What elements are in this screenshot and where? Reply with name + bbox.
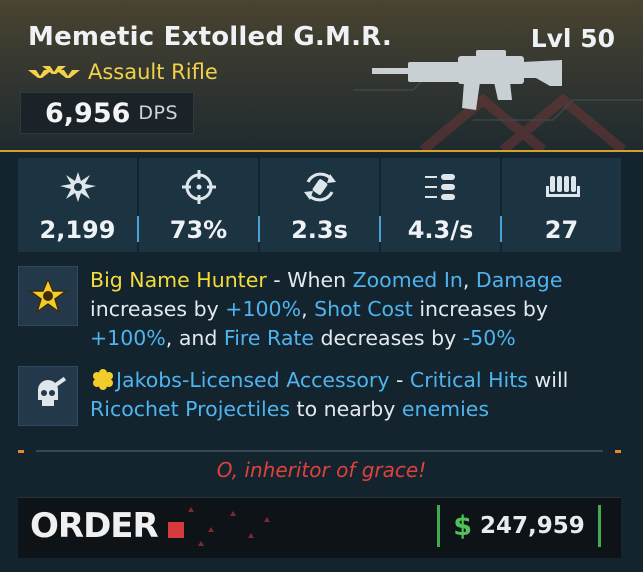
perk-keyword: Damage [475,268,563,292]
dps-value: 6,956 [45,97,131,129]
magazine-ammo-icon [545,176,580,197]
stat-separator [379,216,381,242]
perk-big-name-hunter: Big Name Hunter - When Zoomed In, Damage… [18,266,621,356]
perk-text-segment: will [527,368,569,392]
perk-text-segment: - [389,368,410,392]
stat-accuracy: 73% [137,158,258,252]
flavor-text: O, inheritor of grace! [216,458,427,482]
perk-keyword: Ricochet Projectiles [90,397,291,421]
stats-row: 2,199 73% 2.3s 4.3/s 27 [18,158,621,252]
stat-fire-rate-value: 4.3/s [407,216,474,244]
stat-separator [137,216,139,242]
stat-reload-value: 2.3s [291,216,348,244]
manufacturer-pattern [188,507,270,546]
item-card: Memetic Extolled G.M.R. Lvl 50 Assault R… [0,0,643,572]
perk-icon-box [18,366,78,426]
perk-keyword: enemies [401,397,490,421]
stat-reload: 2.3s [258,158,379,252]
stat-damage: 2,199 [18,158,137,252]
perk-keyword: +100% [225,297,302,321]
perk-keyword: -50% [462,326,516,350]
perk-keyword: Fire Rate [223,326,315,350]
perk-text-segment: , [301,297,315,321]
perk-description: Jakobs-Licensed Accessory - Critical Hit… [90,366,610,424]
legendary-rarity-icon [28,66,80,78]
item-type: Assault Rifle [88,60,218,84]
jakobs-licensed-icon [93,369,113,390]
manufacturer-logo-mark [168,522,184,538]
perk-text-segment: to nearby [290,397,402,421]
fire-rate-icon [424,174,455,200]
stat-accuracy-value: 73% [169,216,228,244]
perk-keyword: Shot Cost [314,297,413,321]
perk-keyword: Big Name Hunter [90,268,267,292]
perk-keyword: Jakobs-Licensed Accessory [116,368,390,392]
item-footer: ORDER $ 247,959 [18,497,621,558]
stat-damage-value: 2,199 [39,216,116,244]
accuracy-crosshair-icon [181,170,216,204]
item-name: Memetic Extolled G.M.R. [28,22,392,52]
item-rarity-type: Assault Rifle [28,60,218,84]
perk-jakobs-accessory: Jakobs-Licensed Accessory - Critical Hit… [18,366,621,428]
price-value: 247,959 [480,513,585,539]
perk-text-segment: decreases by [314,326,463,350]
reload-icon [303,172,336,202]
perk-description: Big Name Hunter - When Zoomed In, Damage… [90,266,610,353]
jakobs-skull-icon [38,376,67,406]
item-header: Memetic Extolled G.M.R. Lvl 50 Assault R… [0,0,643,152]
perk-text-segment: increases by [90,297,226,321]
damage-burst-icon [59,172,96,202]
dps-unit: DPS [138,102,179,124]
dps-box: 6,956 DPS [20,92,194,134]
perk-text-segment: , and [165,326,224,350]
item-price: $ 247,959 [437,505,601,547]
big-name-hunter-star-icon [28,277,68,314]
perk-icon-box [18,266,78,326]
stat-fire-rate: 4.3/s [379,158,500,252]
perk-text-segment: increases by [412,297,549,321]
manufacturer-logo: ORDER [30,506,159,546]
stat-magazine: 27 [500,158,621,252]
perk-keyword: +100% [90,326,166,350]
perk-keyword: Critical Hits [409,368,528,392]
stat-separator [500,216,502,242]
stat-separator [258,216,260,242]
perk-text-segment: - When [266,268,353,292]
stat-magazine-value: 27 [544,216,579,244]
perk-text-segment: , [462,268,476,292]
assault-rifle-icon [372,50,562,110]
currency-icon: $ [453,510,473,542]
perk-keyword: Zoomed In [352,268,463,292]
